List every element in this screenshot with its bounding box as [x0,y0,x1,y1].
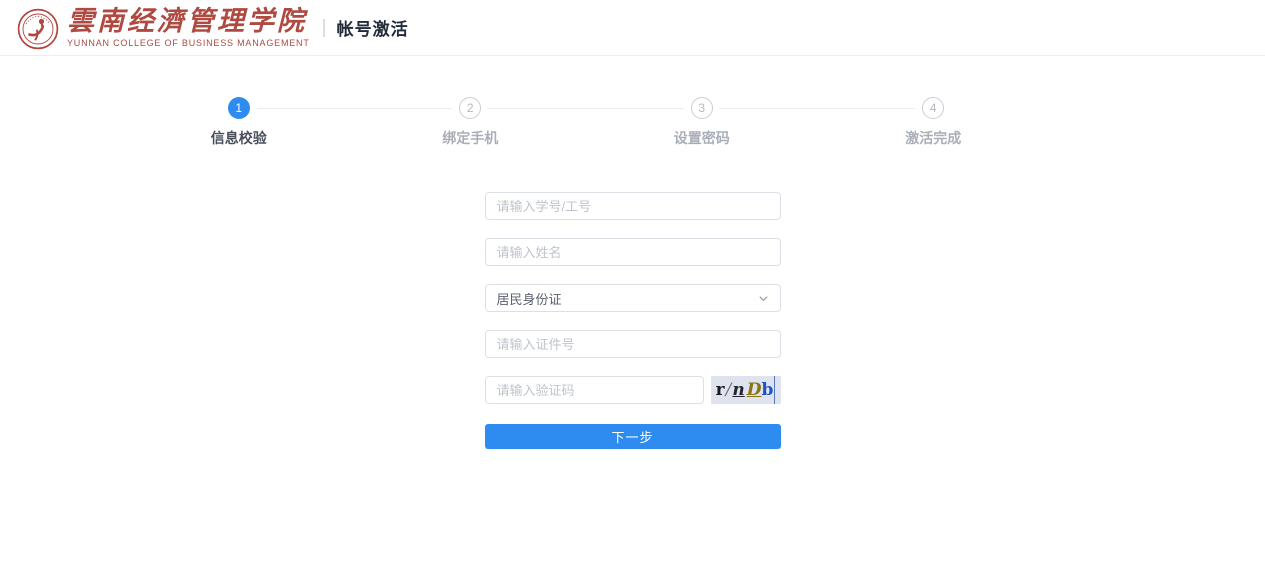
cert-number-input[interactable] [485,330,781,358]
captcha-letter: D [747,376,762,404]
college-name-en: YUNNAN COLLEGE OF BUSINESS MANAGEMENT [67,38,310,48]
cert-type-select[interactable]: 居民身份证 [485,284,781,312]
captcha-letter: b [761,376,775,404]
captcha-letter: / [726,376,732,404]
step-activation-done: 4 激活完成 [818,97,1050,148]
info-verify-form: 居民身份证 r / n D b 下一步 [485,192,781,449]
captcha-input[interactable] [485,376,704,404]
captcha-letter: r [716,376,725,404]
step-label: 设置密码 [586,128,818,148]
step-label: 绑定手机 [355,128,587,148]
college-seal-icon [17,8,59,50]
step-set-password: 3 设置密码 [586,97,818,148]
header: 雲南经濟管理学院 YUNNAN COLLEGE OF BUSINESS MANA… [0,0,1265,56]
college-name-cn: 雲南经濟管理学院 [67,7,310,37]
page-title: 帐号激活 [337,15,409,40]
step-number-badge: 4 [922,97,944,119]
step-number-badge: 1 [228,97,250,119]
step-number-badge: 3 [691,97,713,119]
header-divider: | [322,17,327,39]
activation-steps: 1 信息校验 2 绑定手机 3 设置密码 4 激活完成 [123,97,1049,148]
captcha-image[interactable]: r / n D b [711,376,781,404]
step-number-badge: 2 [459,97,481,119]
step-bind-phone: 2 绑定手机 [355,97,587,148]
step-info-verify: 1 信息校验 [123,97,355,148]
college-brand: 雲南经濟管理学院 YUNNAN COLLEGE OF BUSINESS MANA… [67,7,310,48]
chevron-down-icon [758,293,769,304]
step-label: 激活完成 [818,128,1050,148]
captcha-letter: n [732,376,744,404]
next-step-button[interactable]: 下一步 [485,424,781,449]
cert-type-selected-value: 居民身份证 [497,289,562,308]
name-input[interactable] [485,238,781,266]
step-label: 信息校验 [123,128,355,148]
student-id-input[interactable] [485,192,781,220]
